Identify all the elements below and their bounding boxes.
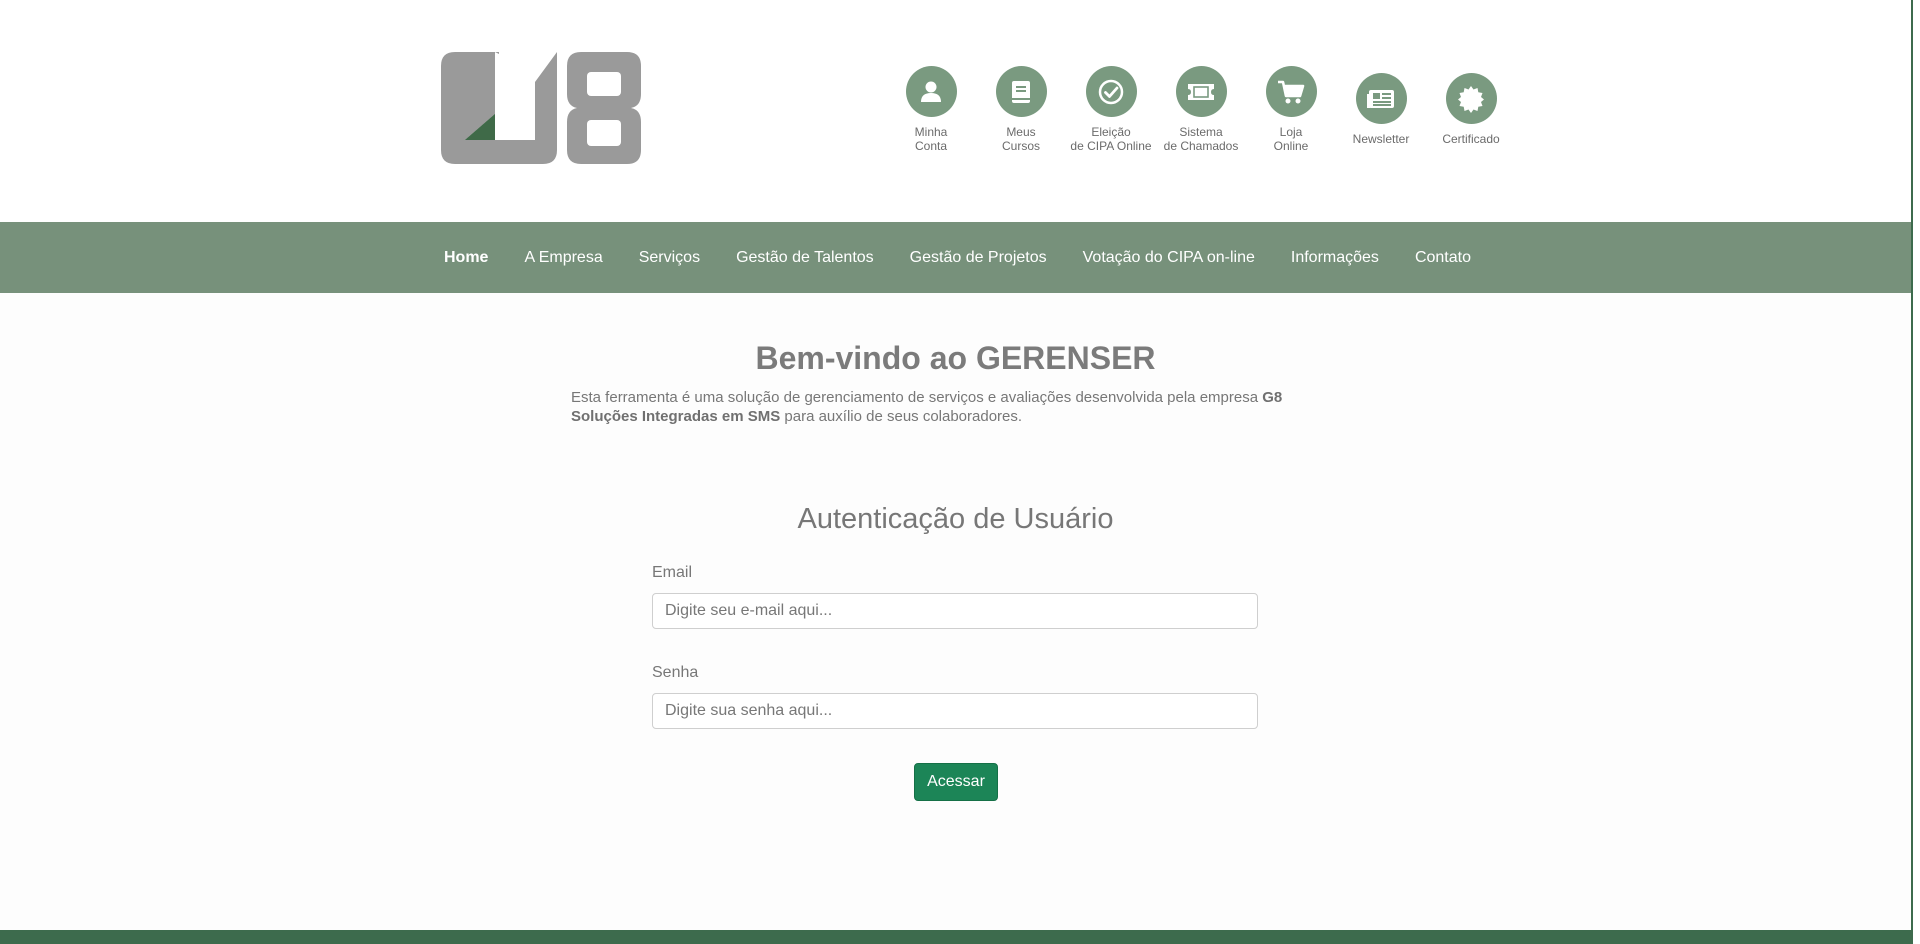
auth-title: Autenticação de Usuário: [797, 503, 1114, 535]
quick-link-certificado[interactable]: Certificado: [1426, 66, 1516, 153]
nav-item-votacao-cipa[interactable]: Votação do CIPA on-line: [1083, 249, 1255, 267]
quick-link-sistema-chamados[interactable]: Sistema de Chamados: [1156, 66, 1246, 153]
nav-item-gestao-projetos[interactable]: Gestão de Projetos: [910, 249, 1047, 267]
submit-button[interactable]: Acessar: [914, 763, 998, 801]
page: Minha Conta Meus Cursos Eleição de CIPA …: [0, 0, 1911, 944]
quick-link-label: Newsletter: [1352, 132, 1410, 146]
quick-link-meus-cursos[interactable]: Meus Cursos: [976, 66, 1066, 153]
description-suffix: para auxílio de seus colaboradores.: [780, 408, 1023, 425]
quick-link-label: Loja Online: [1273, 125, 1309, 153]
quick-link-label: Minha Conta: [914, 125, 948, 153]
window-edge-stripe: [1911, 0, 1913, 944]
quick-link-eleicao-cipa[interactable]: Eleição de CIPA Online: [1066, 66, 1156, 153]
quick-link-newsletter[interactable]: Newsletter: [1336, 66, 1426, 153]
nav-item-contato[interactable]: Contato: [1415, 249, 1471, 267]
site-header: Minha Conta Meus Cursos Eleição de CIPA …: [0, 0, 1911, 222]
nav-item-informacoes[interactable]: Informações: [1291, 249, 1379, 267]
nav-item-a-empresa[interactable]: A Empresa: [524, 249, 602, 267]
check-circle-icon: [1085, 66, 1137, 117]
user-icon: [905, 66, 957, 117]
page-title: Bem-vindo ao GERENSER: [755, 340, 1156, 376]
ticket-icon: [1175, 66, 1227, 117]
footer-bar: [0, 930, 1911, 944]
nav-item-servicos[interactable]: Serviços: [639, 249, 700, 267]
nav-item-home[interactable]: Home: [444, 249, 488, 267]
description-prefix: Esta ferramenta é uma solução de gerenci…: [571, 389, 1263, 406]
certificate-icon: [1445, 73, 1497, 124]
quick-link-label: Certificado: [1442, 132, 1500, 146]
nav-item-gestao-talentos[interactable]: Gestão de Talentos: [736, 249, 874, 267]
quick-link-label: Meus Cursos: [1001, 125, 1040, 153]
email-field[interactable]: [652, 593, 1258, 629]
email-label: Email: [652, 564, 693, 581]
welcome-description: Esta ferramenta é uma solução de gerenci…: [571, 388, 1331, 426]
quick-link-loja-online[interactable]: Loja Online: [1246, 66, 1336, 153]
nav-items: Home A Empresa Serviços Gestão de Talent…: [444, 222, 1507, 293]
password-field[interactable]: [652, 693, 1258, 729]
g8-logo[interactable]: [439, 52, 641, 164]
password-label: Senha: [652, 664, 699, 681]
quick-link-label: Sistema de Chamados: [1163, 125, 1239, 153]
main-nav: Home A Empresa Serviços Gestão de Talent…: [0, 222, 1911, 293]
quick-link-label: Eleição de CIPA Online: [1070, 125, 1152, 153]
book-icon: [995, 66, 1047, 117]
quick-links: Minha Conta Meus Cursos Eleição de CIPA …: [886, 66, 1516, 153]
cart-icon: [1265, 66, 1317, 117]
quick-link-minha-conta[interactable]: Minha Conta: [886, 66, 976, 153]
newspaper-icon: [1355, 73, 1407, 124]
